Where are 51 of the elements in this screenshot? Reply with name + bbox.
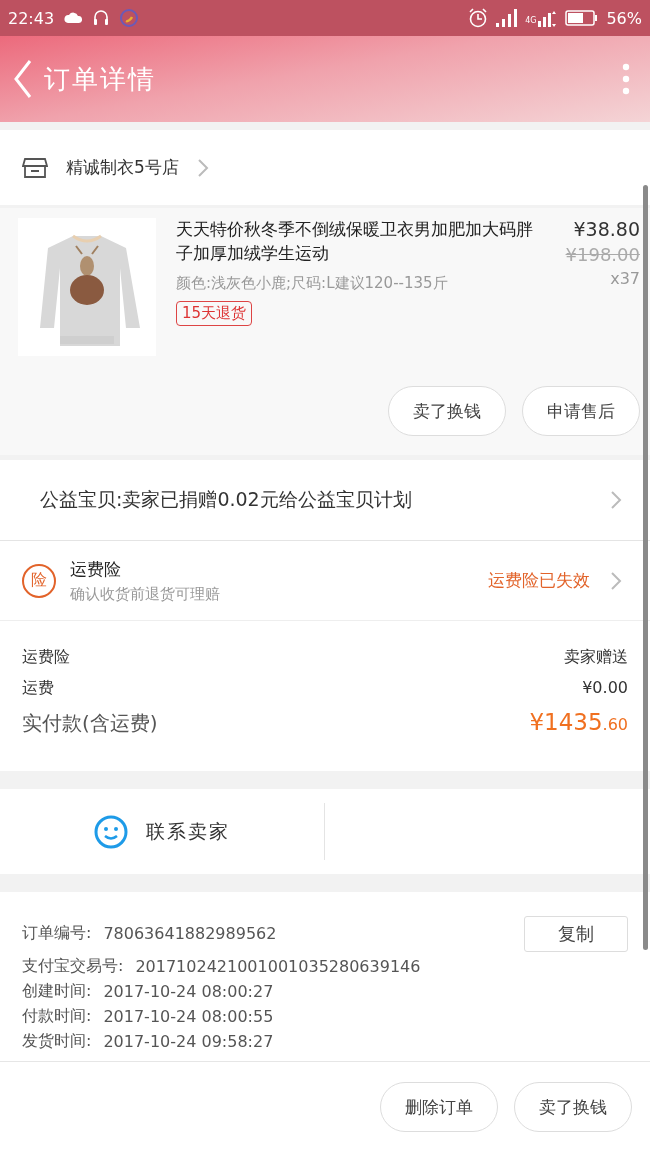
- network-type: 4G: [525, 16, 537, 25]
- original-price: ¥198.00: [565, 244, 640, 265]
- summary-value: ¥0.00: [582, 678, 628, 697]
- shop-icon: [22, 155, 48, 180]
- chevron-right-icon: [196, 157, 209, 178]
- info-label: 发货时间:: [22, 1031, 92, 1052]
- product-quantity: x37: [610, 269, 640, 288]
- headset-icon: [92, 9, 111, 27]
- info-label: 订单编号:: [22, 922, 92, 944]
- action-button[interactable]: 申请售后: [522, 386, 640, 436]
- scrollbar[interactable]: [643, 185, 648, 950]
- mobile-signal-icon: [538, 9, 558, 27]
- product-price: ¥38.80: [573, 218, 640, 240]
- info-value: 2017-10-24 08:00:27: [103, 982, 274, 1001]
- action-button[interactable]: 删除订单: [380, 1082, 498, 1132]
- total-amount: ¥1435.60: [529, 709, 628, 735]
- shop-name[interactable]: 精诚制衣5号店: [66, 156, 179, 179]
- chat-bubble-icon: [94, 814, 128, 849]
- chevron-right-icon: [610, 570, 622, 591]
- cloud-icon: [64, 11, 83, 25]
- chevron-right-icon: [610, 490, 622, 510]
- product-title[interactable]: 天天特价秋冬季不倒绒保暖卫衣男加肥加大码胖子加厚加绒学生运动: [176, 218, 540, 266]
- copy-button[interactable]: 复制: [524, 916, 628, 952]
- signal-icon: [496, 9, 518, 27]
- info-value: 2017102421001001035280639146: [135, 957, 421, 976]
- info-label: 创建时间:: [22, 981, 92, 1002]
- summary-label: 实付款(含运费): [22, 710, 158, 737]
- info-label: 付款时间:: [22, 1006, 92, 1027]
- more-menu-icon[interactable]: [622, 63, 630, 95]
- insurance-status[interactable]: 运费险已失效: [488, 569, 590, 592]
- back-button[interactable]: [12, 59, 34, 99]
- action-button[interactable]: 卖了换钱: [388, 386, 506, 436]
- info-value: 2017-10-24 08:00:55: [103, 1007, 274, 1026]
- insurance-note: 确认收货前退货可理赔: [70, 584, 221, 604]
- insurance-title: 运费险: [70, 557, 122, 581]
- info-value: 2017-10-24 09:58:27: [103, 1032, 274, 1051]
- info-value: 78063641882989562: [103, 923, 277, 943]
- return-policy-tag: 15天退货: [176, 301, 253, 326]
- battery-percent: 56%: [606, 8, 642, 28]
- product-spec: 颜色:浅灰色小鹿;尺码:L建议120--135斤: [176, 274, 449, 293]
- clock-time: 22:43: [8, 8, 55, 28]
- info-label: 支付宝交易号:: [22, 956, 124, 977]
- battery-icon: [565, 10, 599, 26]
- alarm-icon: [468, 8, 489, 28]
- page-title: 订单详情: [44, 62, 156, 96]
- phone-app-icon: [120, 9, 139, 27]
- insurance-badge: 险: [22, 563, 56, 598]
- summary-value: 卖家赠送: [564, 647, 628, 668]
- summary-label: 运费: [22, 678, 54, 699]
- summary-label: 运费险: [22, 647, 70, 668]
- action-button[interactable]: 卖了换钱: [514, 1082, 632, 1132]
